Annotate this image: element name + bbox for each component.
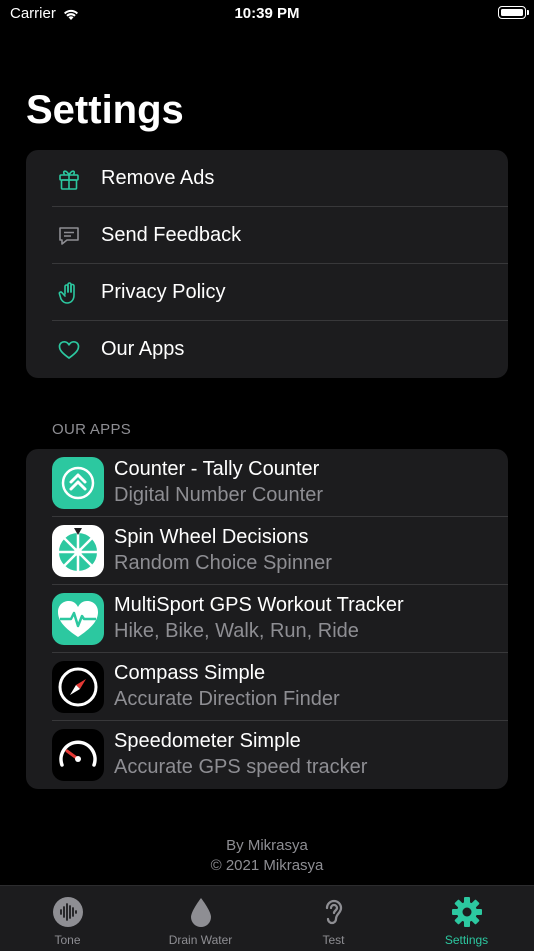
menu-item-send-feedback[interactable]: Send Feedback bbox=[26, 207, 508, 264]
drop-icon bbox=[190, 898, 211, 927]
tab-settings[interactable]: Settings bbox=[400, 886, 533, 951]
counter-app-icon bbox=[52, 457, 104, 509]
app-title: Speedometer Simple bbox=[114, 730, 301, 752]
tab-label: Test bbox=[322, 933, 345, 947]
tab-label: Drain Water bbox=[168, 933, 233, 947]
page-title: Settings bbox=[26, 88, 184, 132]
app-title: Counter - Tally Counter bbox=[114, 458, 320, 480]
menu-item-privacy-policy[interactable]: Privacy Policy bbox=[26, 264, 508, 321]
app-item-compass[interactable]: Compass Simple Accurate Direction Finder bbox=[26, 653, 508, 721]
app-subtitle: Digital Number Counter bbox=[114, 484, 323, 506]
footer-author: By Mikrasya bbox=[226, 837, 308, 854]
ear-icon bbox=[325, 899, 342, 925]
spin-wheel-app-icon bbox=[52, 525, 104, 577]
tab-label: Tone bbox=[54, 933, 81, 947]
menu-item-label: Privacy Policy bbox=[101, 281, 226, 303]
app-item-spin-wheel[interactable]: Spin Wheel Decisions Random Choice Spinn… bbox=[26, 517, 508, 585]
status-bar: Carrier 10:39 PM bbox=[0, 0, 534, 30]
menu-item-label: Remove Ads bbox=[101, 167, 215, 189]
chat-bubble-icon bbox=[59, 227, 79, 245]
menu-item-label: Send Feedback bbox=[101, 224, 242, 246]
speedometer-app-icon bbox=[52, 729, 104, 781]
clock: 10:39 PM bbox=[234, 5, 300, 22]
tab-drain-water[interactable]: Drain Water bbox=[134, 886, 267, 951]
app-subtitle: Random Choice Spinner bbox=[114, 552, 332, 574]
app-item-speedometer[interactable]: Speedometer Simple Accurate GPS speed tr… bbox=[26, 721, 508, 789]
app-title: Spin Wheel Decisions bbox=[114, 526, 309, 548]
app-subtitle: Accurate GPS speed tracker bbox=[114, 756, 368, 778]
app-subtitle: Accurate Direction Finder bbox=[114, 688, 340, 710]
settings-menu: Remove Ads Send Feedback Privacy Policy … bbox=[26, 150, 508, 378]
our-apps-list: Counter - Tally Counter Digital Number C… bbox=[26, 449, 508, 789]
app-title: MultiSport GPS Workout Tracker bbox=[114, 594, 404, 616]
footer: By Mikrasya © 2021 Mikrasya bbox=[0, 836, 534, 876]
menu-item-label: Our Apps bbox=[101, 338, 185, 360]
gear-icon bbox=[451, 897, 482, 927]
menu-item-remove-ads[interactable]: Remove Ads bbox=[26, 150, 508, 207]
compass-app-icon bbox=[52, 661, 104, 713]
tab-test[interactable]: Test bbox=[267, 886, 400, 951]
footer-copyright: © 2021 Mikrasya bbox=[210, 857, 324, 874]
heart-pulse-app-icon bbox=[52, 593, 104, 645]
gift-icon bbox=[59, 170, 79, 190]
battery-icon bbox=[498, 6, 529, 19]
tab-label: Settings bbox=[444, 933, 489, 947]
app-item-counter[interactable]: Counter - Tally Counter Digital Number C… bbox=[26, 449, 508, 517]
tab-tone[interactable]: Tone bbox=[1, 886, 134, 951]
waveform-icon bbox=[52, 897, 83, 927]
hand-raised-icon bbox=[58, 282, 75, 304]
app-item-multisport[interactable]: MultiSport GPS Workout Tracker Hike, Bik… bbox=[26, 585, 508, 653]
menu-item-our-apps[interactable]: Our Apps bbox=[26, 321, 508, 378]
section-header-our-apps: OUR APPS bbox=[52, 421, 132, 438]
app-subtitle: Hike, Bike, Walk, Run, Ride bbox=[114, 620, 359, 642]
app-title: Compass Simple bbox=[114, 662, 266, 684]
heart-icon bbox=[58, 340, 80, 359]
tab-bar: Tone Drain Water Test Settings bbox=[0, 885, 534, 951]
